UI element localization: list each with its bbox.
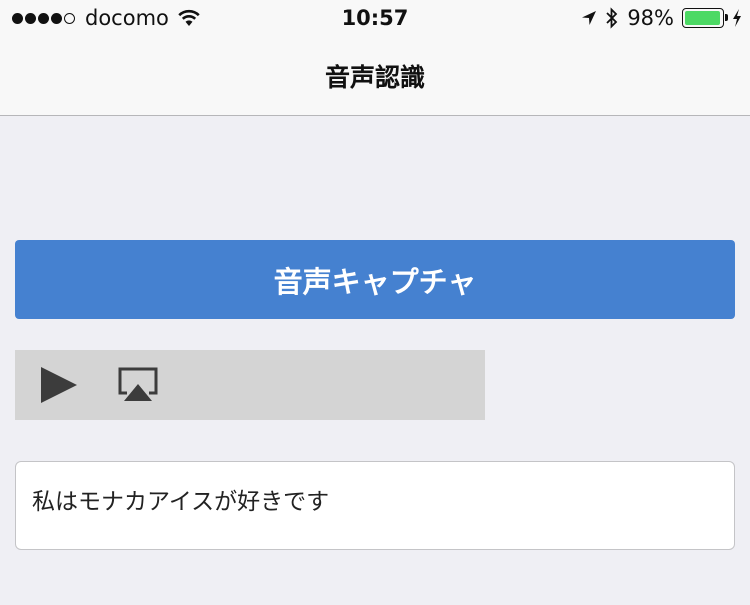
battery-percent: 98% <box>627 6 674 30</box>
bluetooth-icon <box>606 7 618 29</box>
play-icon[interactable] <box>39 366 79 404</box>
battery-icon <box>682 8 728 28</box>
recognition-result-field[interactable]: 私はモナカアイスが好きです <box>15 461 735 550</box>
battery-nub <box>725 14 728 21</box>
status-bar: docomo 10:57 98% <box>0 0 750 40</box>
charging-bolt-icon <box>733 9 741 27</box>
page-title: 音声認識 <box>324 63 425 92</box>
status-right: 98% <box>573 6 742 30</box>
top-bar: docomo 10:57 98% 音声認識 <box>0 0 750 116</box>
battery-fill <box>685 11 721 25</box>
location-arrow-icon <box>582 11 597 25</box>
audio-player <box>15 350 485 420</box>
airplay-icon[interactable] <box>117 367 159 403</box>
audio-capture-button[interactable]: 音声キャプチャ <box>15 240 735 319</box>
